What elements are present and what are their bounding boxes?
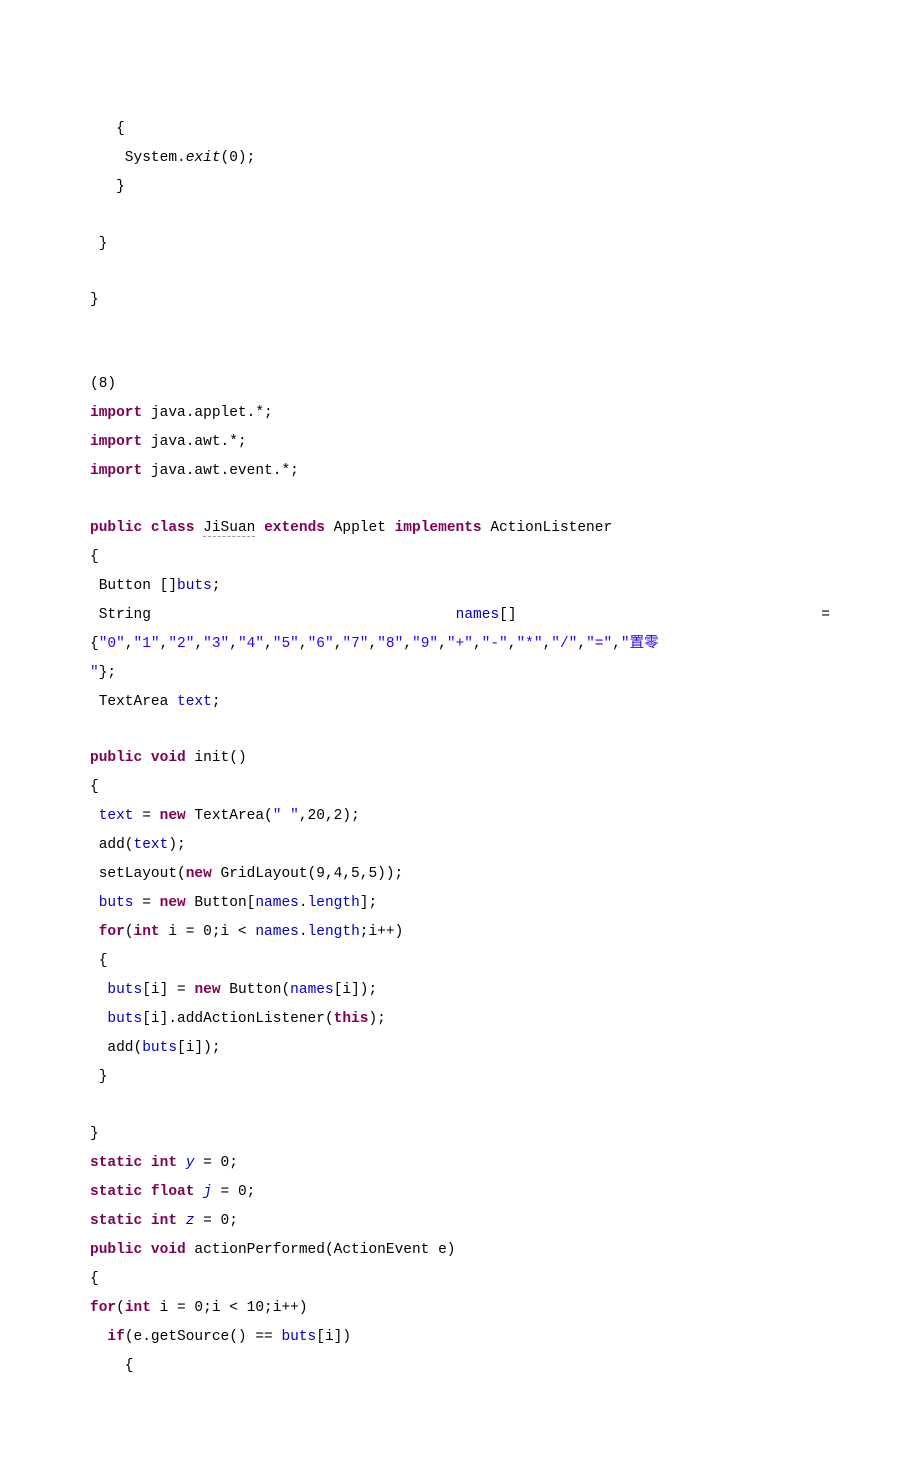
code-line: add(text); [90, 831, 830, 860]
field-declaration: Button []buts; [90, 572, 830, 601]
code-line: } [90, 230, 830, 259]
import-line: import java.awt.*; [90, 428, 830, 457]
code-line: { [90, 543, 830, 572]
code-line: } [90, 173, 830, 202]
static-field: static int z = 0; [90, 1207, 830, 1236]
code-line: buts = new Button[names.length]; [90, 889, 830, 918]
code-line: { [90, 1265, 830, 1294]
code-line: { [90, 773, 830, 802]
code-line: { [90, 1352, 830, 1381]
import-line: import java.applet.*; [90, 399, 830, 428]
code-line: } [90, 1120, 830, 1149]
static-field: static int y = 0; [90, 1149, 830, 1178]
code-line: System.exit(0); [90, 144, 830, 173]
code-line: } [90, 286, 830, 315]
code-line: { [90, 947, 830, 976]
blank-line [90, 202, 830, 230]
class-declaration: public class JiSuan extends Applet imple… [90, 514, 830, 543]
code-document: { System.exit(0); } } } (8) import java.… [0, 0, 920, 1471]
code-line: "}; [90, 659, 830, 688]
code-line: text = new TextArea(" ",20,2); [90, 802, 830, 831]
blank-line [90, 343, 830, 371]
code-line: if(e.getSource() == buts[i]) [90, 1323, 830, 1352]
blank-line [90, 1092, 830, 1120]
string-array: {"0","1","2","3","4","5","6","7","8","9"… [90, 630, 830, 659]
code-line: buts[i] = new Button(names[i]); [90, 976, 830, 1005]
code-line: setLayout(new GridLayout(9,4,5,5)); [90, 860, 830, 889]
method-signature: public void actionPerformed(ActionEvent … [90, 1236, 830, 1265]
code-line: for(int i = 0;i < 10;i++) [90, 1294, 830, 1323]
section-marker: (8) [90, 370, 830, 399]
blank-line [90, 717, 830, 745]
code-line: { [90, 115, 830, 144]
code-line: add(buts[i]); [90, 1034, 830, 1063]
code-line: buts[i].addActionListener(this); [90, 1005, 830, 1034]
code-line: } [90, 1063, 830, 1092]
field-declaration: String names[] = [90, 601, 830, 630]
method-signature: public void init() [90, 744, 830, 773]
field-declaration: TextArea text; [90, 688, 830, 717]
blank-line [90, 486, 830, 514]
static-field: static float j = 0; [90, 1178, 830, 1207]
code-line: for(int i = 0;i < names.length;i++) [90, 918, 830, 947]
import-line: import java.awt.event.*; [90, 457, 830, 486]
blank-line [90, 259, 830, 287]
blank-line [90, 315, 830, 343]
